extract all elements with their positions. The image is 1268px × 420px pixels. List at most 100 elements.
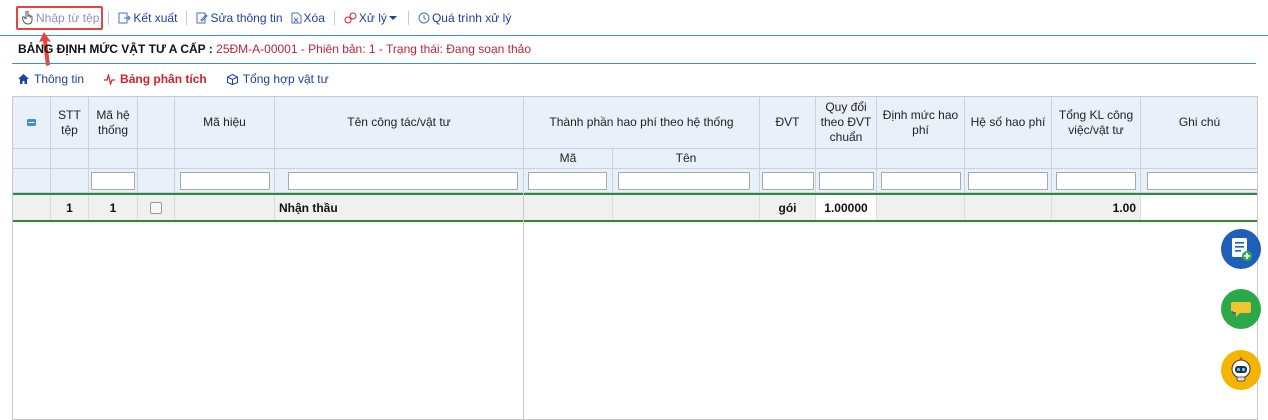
tab-analysis-label: Bảng phân tích xyxy=(120,72,207,86)
import-button[interactable]: Nhập từ tệp xyxy=(18,7,103,29)
col-dvt[interactable]: ĐVT xyxy=(760,97,816,149)
frozen-column-divider xyxy=(523,193,524,419)
filter-thanh-phan-ma-input[interactable] xyxy=(528,172,607,190)
tab-analysis[interactable]: Bảng phân tích xyxy=(104,72,207,86)
caret-down-icon xyxy=(388,15,397,20)
toolbar-separator xyxy=(333,10,335,25)
cell-dinh-muc xyxy=(877,195,965,220)
filter-cell xyxy=(138,169,175,193)
filter-ma-hieu-input[interactable] xyxy=(180,172,270,190)
table-row[interactable]: 1 1 Nhận thầu gói 1.00000 1.00 xyxy=(13,193,1257,222)
analysis-grid: STT tệp Mã hệ thống Mã hiệu Tên công tác… xyxy=(12,96,1258,420)
export-icon xyxy=(118,12,132,23)
cell-quy-doi[interactable]: 1.00000 xyxy=(816,195,877,220)
cell-he-so xyxy=(965,195,1052,220)
process-icon xyxy=(344,12,357,23)
subheader-cell xyxy=(275,149,524,169)
tab-materials-summary[interactable]: Tổng hợp vật tư xyxy=(226,72,329,86)
col-quy-doi[interactable]: Quy đổi theo ĐVT chuẩn xyxy=(816,97,877,149)
col-dinh-muc[interactable]: Định mức hao phí xyxy=(877,97,965,149)
col-ghi-chu[interactable]: Ghi chú xyxy=(1141,97,1257,149)
filter-thanh-phan-ten-input[interactable] xyxy=(618,172,750,190)
assistant-bot-button[interactable] xyxy=(1221,350,1261,390)
hand-pointer-icon xyxy=(22,10,33,25)
col-ma-he-thong[interactable]: Mã hệ thống xyxy=(89,97,138,149)
col-ten[interactable]: Tên công tác/vật tư xyxy=(275,97,524,149)
add-document-button[interactable] xyxy=(1221,229,1261,269)
row-checkbox[interactable] xyxy=(150,201,162,214)
process-dropdown-button[interactable]: Xử lý xyxy=(340,7,403,29)
subheader-cell xyxy=(1052,149,1141,169)
edit-info-label: Sửa thông tin xyxy=(210,10,283,25)
tab-info-label: Thông tin xyxy=(34,72,85,86)
toolbar-separator xyxy=(108,10,110,25)
filter-ghi-chu-input[interactable] xyxy=(1147,172,1257,190)
delete-label: Xóa xyxy=(303,10,325,25)
divider xyxy=(12,63,1256,64)
import-label: Nhập từ tệp xyxy=(36,10,100,25)
subheader-cell xyxy=(175,149,275,169)
col-stt[interactable]: STT tệp xyxy=(51,97,89,149)
box-icon xyxy=(226,73,238,85)
toolbar-separator xyxy=(407,10,409,25)
filter-quy-doi-input[interactable] xyxy=(819,172,874,190)
home-icon xyxy=(18,74,29,84)
filter-he-so-input[interactable] xyxy=(968,172,1048,190)
filter-ten-input[interactable] xyxy=(288,172,518,190)
subheader-cell xyxy=(13,149,51,169)
row-selector-header[interactable] xyxy=(13,97,51,149)
col-thanh-phan-ten[interactable]: Tên xyxy=(613,149,760,169)
filter-tong-kl-input[interactable] xyxy=(1056,172,1136,190)
col-he-so[interactable]: Hệ số hao phí xyxy=(965,97,1052,149)
page-title: BẢNG ĐỊNH MỨC VẬT TƯ A CẤP : 25ĐM-A-0000… xyxy=(18,42,531,56)
title-status: 25ĐM-A-00001 - Phiên bản: 1 - Trạng thái… xyxy=(216,42,531,56)
export-label: Kết xuất xyxy=(133,10,178,25)
col-tong-kl[interactable]: Tổng KL công việc/vật tư xyxy=(1052,97,1141,149)
toolbar: Nhập từ tệp Kết xuất Sửa thông tin Xóa X… xyxy=(0,0,1268,36)
cell-ten: Nhận thầu xyxy=(275,195,524,220)
cell-ghi-chu[interactable] xyxy=(1141,195,1257,220)
delete-button[interactable]: Xóa xyxy=(287,7,329,29)
subheader-cell xyxy=(877,149,965,169)
edit-icon xyxy=(196,12,209,23)
edit-info-button[interactable]: Sửa thông tin xyxy=(192,7,286,29)
export-button[interactable]: Kết xuất xyxy=(114,7,181,29)
tab-info[interactable]: Thông tin xyxy=(18,72,84,86)
cell-ma-hieu xyxy=(175,195,275,220)
process-label: Xử lý xyxy=(358,10,387,25)
subheader-cell xyxy=(89,149,138,169)
tab-materials-summary-label: Tổng hợp vật tư xyxy=(242,72,329,86)
subheader-cell xyxy=(816,149,877,169)
delete-file-icon xyxy=(291,12,302,23)
filter-dvt-input[interactable] xyxy=(762,172,814,190)
document-add-icon xyxy=(1232,238,1252,261)
col-thanh-phan-ma[interactable]: Mã xyxy=(524,149,613,169)
row-selector-cell[interactable] xyxy=(13,195,51,220)
history-label: Quá trình xử lý xyxy=(431,10,512,25)
filter-cell xyxy=(13,169,51,193)
history-button[interactable]: Quá trình xử lý xyxy=(414,7,515,29)
filter-dinh-muc-input[interactable] xyxy=(881,172,961,190)
filter-cell xyxy=(51,169,89,193)
cell-ma-he-thong: 1 xyxy=(89,195,138,220)
cell-dvt: gói xyxy=(760,195,816,220)
title-label: BẢNG ĐỊNH MỨC VẬT TƯ A CẤP : xyxy=(18,42,213,56)
row-checkbox-cell xyxy=(138,195,175,220)
cell-stt: 1 xyxy=(51,195,89,220)
toolbar-separator xyxy=(186,10,188,25)
col-thanh-phan: Thành phần hao phí theo hệ thống xyxy=(524,97,760,149)
subheader-cell xyxy=(1141,149,1257,169)
col-ma-hieu[interactable]: Mã hiệu xyxy=(175,97,275,149)
cell-tong-kl: 1.00 xyxy=(1052,195,1141,220)
chat-icon xyxy=(1231,302,1251,317)
subheader-cell xyxy=(965,149,1052,169)
col-checkbox xyxy=(138,97,175,149)
chat-button[interactable] xyxy=(1221,289,1261,329)
grid-header: STT tệp Mã hệ thống Mã hiệu Tên công tác… xyxy=(13,97,1257,193)
clock-icon xyxy=(418,12,430,23)
subheader-cell xyxy=(760,149,816,169)
subheader-cell xyxy=(51,149,89,169)
cell-thanh-phan-ma xyxy=(524,195,613,220)
filter-ma-he-thong-input[interactable] xyxy=(91,172,135,190)
robot-icon xyxy=(1231,357,1251,382)
